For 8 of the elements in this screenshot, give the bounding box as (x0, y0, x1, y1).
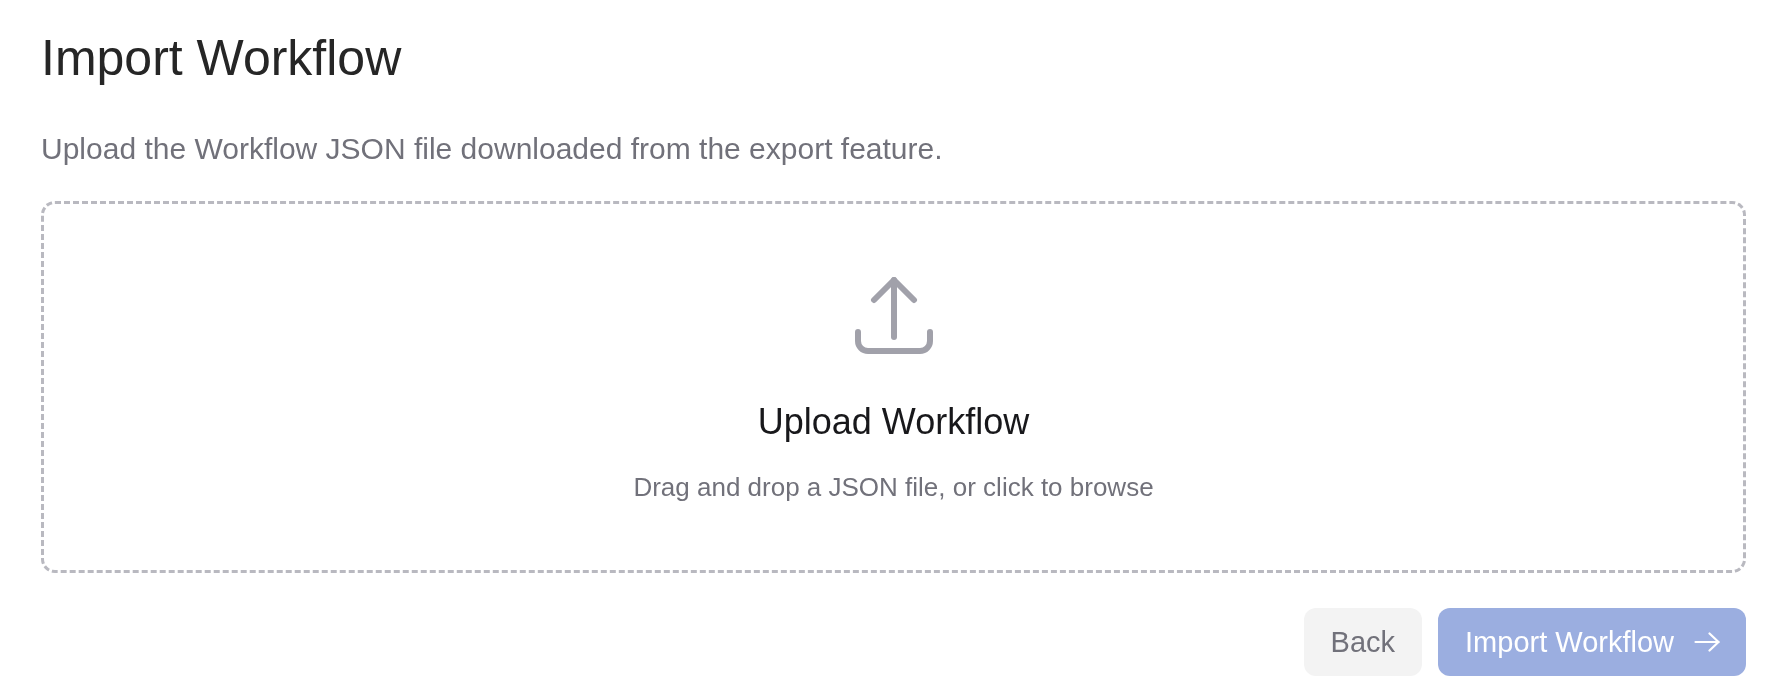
arrow-right-icon (1694, 632, 1720, 652)
upload-dropzone[interactable]: Upload Workflow Drag and drop a JSON file, or click to browse (41, 201, 1746, 573)
upload-icon (854, 277, 933, 354)
back-button[interactable]: Back (1303, 608, 1423, 676)
page-title: Import Workflow (41, 29, 402, 88)
dropzone-title: Upload Workflow (757, 400, 1030, 444)
page-description: Upload the Workflow JSON file downloaded from the export feature. (41, 131, 943, 167)
dropzone-hint: Drag and drop a JSON file, or click to browse (633, 471, 1154, 504)
